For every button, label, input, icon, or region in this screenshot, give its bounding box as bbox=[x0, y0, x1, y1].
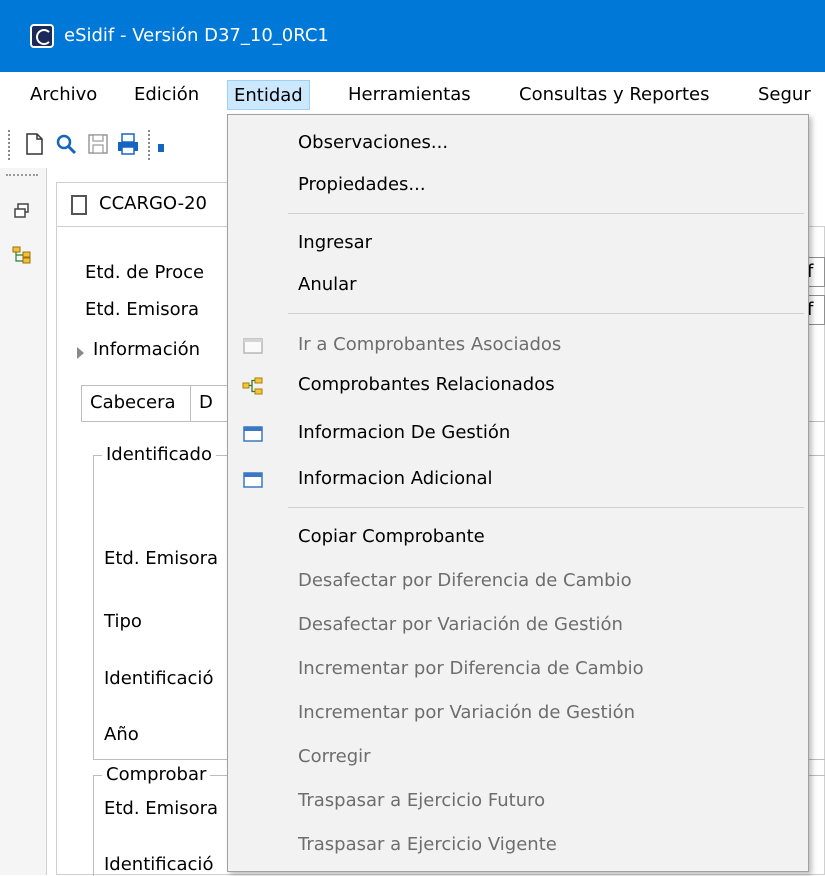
menuitem-informacion-adicional[interactable]: Informacion Adicional bbox=[298, 467, 493, 491]
menu-edicion[interactable]: Edición bbox=[128, 80, 205, 110]
menuitem-propiedades[interactable]: Propiedades... bbox=[298, 173, 426, 197]
label-g1-etd-emisora: Etd. Emisora bbox=[104, 548, 219, 569]
menuitem-incrementar-variacion-gestion[interactable]: Incrementar por Variación de Gestión bbox=[298, 701, 635, 725]
window-title: eSidif - Versión D37_10_0RC1 bbox=[64, 25, 329, 46]
menuitem-traspasar-futuro[interactable]: Traspasar a Ejercicio Futuro bbox=[298, 789, 545, 813]
group-identificador-title: Identificado bbox=[102, 444, 216, 465]
app-logo-icon bbox=[30, 24, 54, 48]
label-g1-anio: Año bbox=[104, 724, 139, 745]
menuitem-comprobantes-relacionados[interactable]: Comprobantes Relacionados bbox=[298, 373, 555, 397]
label-g1-identificacion: Identificació bbox=[104, 668, 214, 689]
tree-icon bbox=[242, 377, 263, 395]
hierarchy-icon[interactable] bbox=[12, 246, 32, 264]
menu-separator bbox=[288, 313, 804, 314]
label-g2-identificacion: Identificació bbox=[104, 854, 214, 875]
menu-separator bbox=[288, 213, 804, 214]
window-icon bbox=[243, 472, 263, 488]
title-bar: eSidif - Versión D37_10_0RC1 bbox=[0, 0, 825, 72]
label-etd-proceso: Etd. de Proce bbox=[85, 262, 205, 283]
menuitem-copiar-comprobante[interactable]: Copiar Comprobante bbox=[298, 525, 485, 549]
entidad-dropdown-menu: Observaciones... Propiedades... Ingresar… bbox=[227, 114, 809, 872]
menuitem-desafectar-diferencia-cambio[interactable]: Desafectar por Diferencia de Cambio bbox=[298, 569, 632, 593]
menu-separator bbox=[288, 507, 804, 508]
save-icon[interactable] bbox=[86, 132, 110, 156]
menuitem-desafectar-variacion-gestion[interactable]: Desafectar por Variación de Gestión bbox=[298, 613, 623, 637]
menuitem-corregir[interactable]: Corregir bbox=[298, 745, 371, 769]
editor-tab-label: CCARGO-20 bbox=[99, 193, 207, 214]
menuitem-ingresar[interactable]: Ingresar bbox=[298, 231, 372, 255]
menu-herramientas[interactable]: Herramientas bbox=[342, 80, 477, 110]
tab-detalle[interactable]: D bbox=[191, 385, 231, 421]
restore-view-icon[interactable] bbox=[12, 202, 32, 220]
expand-triangle-icon[interactable] bbox=[77, 347, 84, 359]
new-file-icon[interactable] bbox=[22, 132, 46, 156]
menuitem-informacion-gestion[interactable]: Informacion De Gestión bbox=[298, 421, 510, 445]
toolbar-partial-icon[interactable] bbox=[158, 144, 164, 152]
menu-entidad[interactable]: Entidad bbox=[227, 80, 310, 110]
window-icon bbox=[243, 426, 263, 442]
menuitem-anular[interactable]: Anular bbox=[298, 273, 357, 297]
label-g2-etd-emisora: Etd. Emisora bbox=[104, 798, 219, 819]
toolbar-grip[interactable] bbox=[8, 130, 12, 160]
label-etd-emisora: Etd. Emisora bbox=[85, 299, 200, 320]
document-icon bbox=[71, 195, 87, 215]
menu-archivo[interactable]: Archivo bbox=[24, 80, 103, 110]
left-trim-panel bbox=[0, 168, 47, 875]
menuitem-traspasar-vigente[interactable]: Traspasar a Ejercicio Vigente bbox=[298, 833, 557, 857]
window-disabled-icon bbox=[243, 338, 263, 354]
info-section-label[interactable]: Información bbox=[93, 339, 200, 360]
label-g1-tipo: Tipo bbox=[104, 611, 142, 632]
tab-cabecera[interactable]: Cabecera bbox=[81, 385, 191, 421]
menuitem-observaciones[interactable]: Observaciones... bbox=[298, 131, 448, 155]
panel-grip[interactable] bbox=[6, 174, 38, 178]
menu-seguridad[interactable]: Segur bbox=[752, 80, 817, 110]
toolbar-grip-2[interactable] bbox=[148, 130, 152, 160]
search-icon[interactable] bbox=[54, 132, 78, 156]
menu-consultas-reportes[interactable]: Consultas y Reportes bbox=[513, 80, 715, 110]
menuitem-incrementar-diferencia-cambio[interactable]: Incrementar por Diferencia de Cambio bbox=[298, 657, 644, 681]
menu-bar: Archivo Edición Entidad Herramientas Con… bbox=[0, 72, 825, 118]
group-comprobante-title: Comprobar bbox=[102, 764, 211, 785]
menuitem-ir-comprobantes-asociados[interactable]: Ir a Comprobantes Asociados bbox=[298, 333, 561, 357]
print-icon[interactable] bbox=[116, 132, 140, 156]
